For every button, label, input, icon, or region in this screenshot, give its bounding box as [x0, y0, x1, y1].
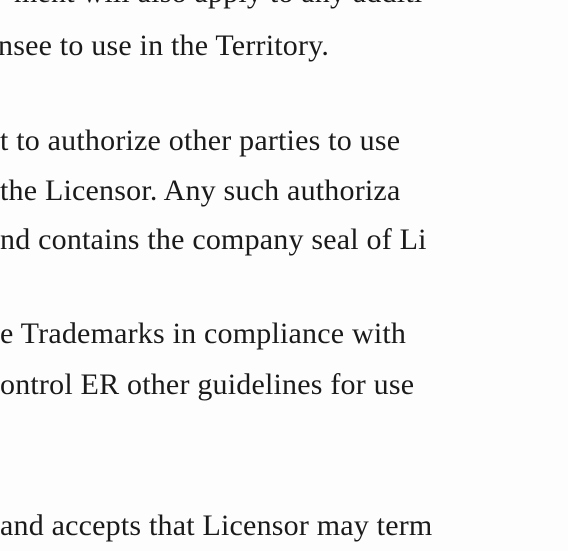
text-line-2: nsee to use in the Territory.: [0, 29, 330, 62]
text-line-4: the Licensor. Any such authoriza: [0, 174, 401, 207]
text-line-8: and accepts that Licensor may term: [0, 509, 433, 542]
text-line-5: nd contains the company seal of Li: [0, 223, 427, 256]
document-page: ment will also apply to any additi nsee …: [0, 0, 568, 551]
text-line-1: ment will also apply to any additi: [14, 0, 422, 8]
text-line-6: e Trademarks in compliance with: [0, 317, 407, 350]
text-line-3: t to authorize other parties to use: [0, 124, 401, 157]
text-line-7: ontrol ER other guidelines for use: [0, 368, 415, 401]
